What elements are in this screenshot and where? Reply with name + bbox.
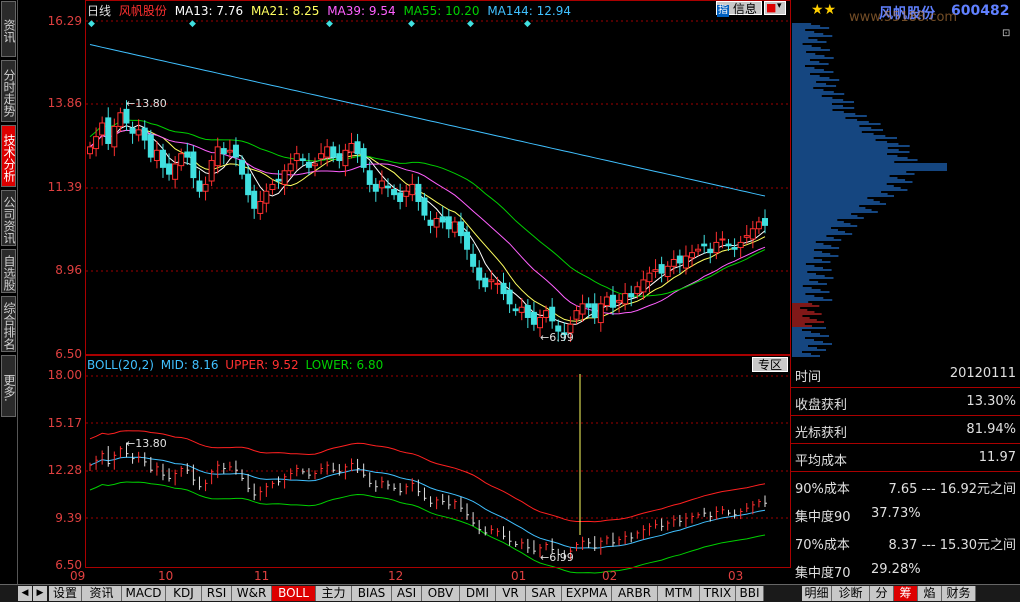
price-tick: 8.96 bbox=[55, 263, 82, 277]
star-icon: ★★ bbox=[811, 2, 837, 18]
info-row: 光标获利 81.94% bbox=[791, 416, 1020, 444]
tab-dmi[interactable]: DMI bbox=[460, 586, 496, 601]
cost-row: 90%成本 7.65 --- 16.92元之间 bbox=[795, 482, 1016, 497]
tab-[interactable]: 设置 bbox=[49, 586, 82, 601]
main-chart-panel bbox=[85, 0, 791, 355]
tab-expma[interactable]: EXPMA bbox=[562, 586, 612, 601]
tab-arbr[interactable]: ARBR bbox=[612, 586, 658, 601]
tab-macd[interactable]: MACD bbox=[122, 586, 166, 601]
tab-[interactable]: 主力 bbox=[316, 586, 352, 601]
boll-tick: 18.00 bbox=[47, 368, 82, 382]
ma21-value: MA21: 8.25 bbox=[250, 4, 320, 18]
tab-boll[interactable]: BOLL bbox=[272, 586, 316, 601]
tab-wr[interactable]: W&R bbox=[232, 586, 272, 601]
boll-mid: MID: 8.16 bbox=[160, 358, 219, 372]
price-tick: 13.86 bbox=[47, 96, 82, 110]
right-tab[interactable]: 筹 bbox=[894, 586, 918, 601]
tab-mtm[interactable]: MTM bbox=[658, 586, 700, 601]
boll-name: BOLL(20,2) bbox=[87, 358, 154, 372]
ma39-value: MA39: 9.54 bbox=[327, 4, 396, 18]
info-row: 时间 20120111 bbox=[791, 360, 1020, 388]
x-tick: 12 bbox=[388, 569, 404, 583]
bottom-tab-bar: ◀ ▶ 设置 资讯 MACD KDJ RSI W&R BOLL 主力 BIAS ASI OBV DMI… bbox=[0, 584, 1020, 602]
boll-lower: LOWER: 6.80 bbox=[305, 358, 384, 372]
scroll-right-icon[interactable]: ▶ bbox=[33, 586, 47, 601]
chip-distribution bbox=[792, 23, 947, 357]
ma144-value: MA144: 12.94 bbox=[487, 4, 571, 18]
price-tick: 11.39 bbox=[47, 180, 82, 194]
info-button[interactable]: 指 信息 bbox=[716, 1, 762, 17]
zone-button[interactable]: 专区 bbox=[752, 357, 788, 372]
ma55-value: MA55: 10.20 bbox=[403, 4, 480, 18]
info-row: 平均成本 11.97 bbox=[791, 444, 1020, 472]
right-tab[interactable]: 财务 bbox=[942, 586, 976, 601]
cost-row: 集中度90 37.73% bbox=[795, 506, 921, 525]
right-tab[interactable]: 分 bbox=[870, 586, 894, 601]
right-tab[interactable]: 焰 bbox=[918, 586, 942, 601]
cost-row: 70%成本 8.37 --- 15.30元之间 bbox=[795, 538, 1016, 553]
boll-upper: UPPER: 9.52 bbox=[225, 358, 299, 372]
x-tick: 02 bbox=[602, 569, 618, 583]
x-tick: 03 bbox=[728, 569, 744, 583]
period-label: 日线 bbox=[87, 4, 112, 18]
x-tick: 10 bbox=[158, 569, 174, 583]
boll-chart-panel bbox=[85, 355, 791, 568]
cost-row: 集中度70 29.28% bbox=[795, 562, 921, 581]
boll-header: BOLL(20,2) MID: 8.16 UPPER: 9.52 LOWER: … bbox=[87, 358, 383, 372]
price-tick: 6.50 bbox=[55, 347, 82, 361]
main-header: 日线 风帆股份 MA13: 7.76 MA21: 8.25 MA39: 9.54… bbox=[87, 2, 571, 19]
window-menu-button[interactable]: ■ ▾ bbox=[764, 1, 786, 15]
tab-sar[interactable]: SAR bbox=[526, 586, 562, 601]
info-icon: 指 bbox=[717, 5, 729, 17]
scroll-left-icon[interactable]: ◀ bbox=[18, 586, 32, 601]
tab-vr[interactable]: VR bbox=[496, 586, 526, 601]
tab-bias[interactable]: BIAS bbox=[352, 586, 392, 601]
tab-asi[interactable]: ASI bbox=[392, 586, 422, 601]
stock-name: 风帆股份 bbox=[118, 4, 167, 18]
tab-kdj[interactable]: KDJ bbox=[166, 586, 202, 601]
ma13-value: MA13: 7.76 bbox=[174, 4, 244, 18]
x-tick: 09 bbox=[70, 569, 86, 583]
tab-rsi[interactable]: RSI bbox=[202, 586, 232, 601]
info-row: 收盘获利 13.30% bbox=[791, 388, 1020, 416]
boll-tick: 9.39 bbox=[55, 511, 82, 525]
right-header: ★★ 风帆股份 600482 www.55188.com ⊡ bbox=[791, 0, 1020, 39]
x-tick: 11 bbox=[254, 569, 270, 583]
tab-bbi[interactable]: BBI bbox=[736, 586, 764, 601]
right-stock-code: 600482 bbox=[951, 3, 1010, 19]
dropdown-arrow-icon: ▾ bbox=[777, 1, 782, 11]
right-tab[interactable]: 明细 bbox=[802, 586, 832, 601]
close-icon: ■ bbox=[766, 1, 777, 14]
price-tick: 16.29 bbox=[47, 14, 82, 28]
boll-tick: 15.17 bbox=[47, 416, 82, 430]
info-label: 信息 bbox=[732, 2, 757, 16]
tab-[interactable]: 资讯 bbox=[82, 586, 122, 601]
boll-tick: 12.28 bbox=[47, 463, 82, 477]
right-tab[interactable]: 诊断 bbox=[832, 586, 870, 601]
tab-obv[interactable]: OBV bbox=[422, 586, 460, 601]
tab-trix[interactable]: TRIX bbox=[700, 586, 736, 601]
x-tick: 01 bbox=[511, 569, 527, 583]
